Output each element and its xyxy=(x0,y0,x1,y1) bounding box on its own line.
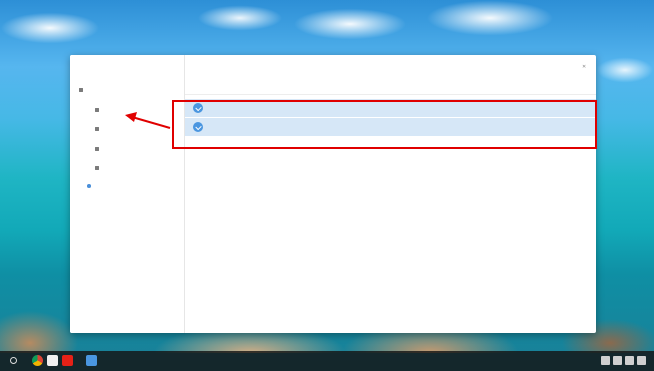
wifi-icon xyxy=(613,356,622,365)
sidebar-item-downloads[interactable] xyxy=(79,88,87,92)
folder-icon xyxy=(79,88,83,92)
sidebar xyxy=(70,55,185,333)
folder-icon xyxy=(95,147,99,151)
launcher-icon[interactable] xyxy=(10,357,17,364)
files-app-window: ✕ xyxy=(70,55,596,333)
shelf xyxy=(0,351,654,371)
annotation-highlight-box xyxy=(172,100,597,149)
battery-icon xyxy=(625,356,634,365)
folder-icon xyxy=(95,127,99,131)
close-icon[interactable]: ✕ xyxy=(582,64,586,70)
sidebar-item-folder-1[interactable] xyxy=(95,108,103,112)
column-header-row xyxy=(185,85,596,95)
youtube-icon[interactable] xyxy=(62,355,73,366)
drive-icon xyxy=(87,184,91,188)
sidebar-item-folder-4[interactable] xyxy=(95,166,103,170)
files-icon[interactable] xyxy=(86,355,97,366)
status-tray[interactable] xyxy=(601,356,646,365)
sidebar-item-folder-2[interactable] xyxy=(95,127,103,131)
folder-icon xyxy=(95,166,99,170)
chrome-icon[interactable] xyxy=(32,355,43,366)
sidebar-item-google-drive[interactable] xyxy=(87,184,95,188)
file-list-pane: ✕ xyxy=(185,55,596,333)
user-avatar-icon xyxy=(637,356,646,365)
gmail-icon[interactable] xyxy=(47,355,58,366)
status-icon xyxy=(601,356,610,365)
sidebar-item-folder-3[interactable] xyxy=(95,147,103,151)
folder-icon xyxy=(95,108,99,112)
